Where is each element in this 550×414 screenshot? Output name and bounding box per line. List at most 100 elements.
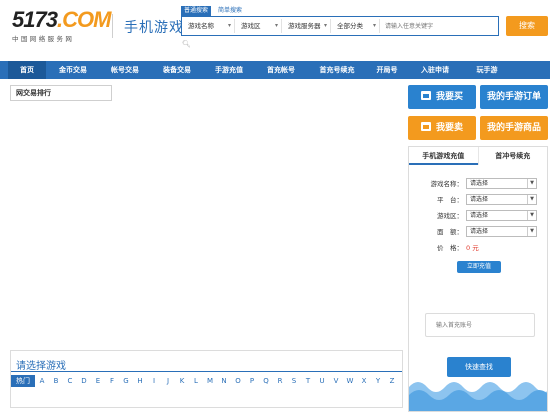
chevron-down-icon: ▼ bbox=[527, 195, 536, 204]
wave-decoration bbox=[409, 382, 547, 411]
letter-e[interactable]: E bbox=[91, 375, 105, 387]
letter-l[interactable]: L bbox=[189, 375, 203, 387]
nav-item-apply[interactable]: 入驻申请 bbox=[412, 61, 458, 79]
letter-p[interactable]: P bbox=[245, 375, 259, 387]
keyword-input[interactable] bbox=[380, 19, 498, 33]
letter-d[interactable]: D bbox=[77, 375, 91, 387]
game-name-select-label: 游戏名称 bbox=[188, 22, 214, 30]
letter-i[interactable]: I bbox=[147, 375, 161, 387]
game-zone-select[interactable]: 游戏区 ▾ bbox=[238, 19, 282, 33]
logo-number: 5173 bbox=[12, 7, 58, 32]
game-panel-title: 请选择游戏 bbox=[16, 361, 66, 372]
tab-mobile-recharge[interactable]: 手机游戏充值 bbox=[409, 147, 478, 165]
tab-normal-search[interactable]: 普通搜索 bbox=[181, 6, 212, 16]
game-name-select[interactable]: 游戏名称 ▾ bbox=[185, 19, 235, 33]
chevron-down-icon: ▼ bbox=[527, 179, 536, 188]
recharge-now-button[interactable]: 立即充值 bbox=[457, 261, 501, 273]
recharge-zone-value: 请选择 bbox=[470, 212, 489, 219]
cart-icon bbox=[420, 91, 431, 100]
nav-item-play[interactable]: 玩手游 bbox=[464, 61, 510, 79]
letter-x[interactable]: X bbox=[357, 375, 371, 387]
recharge-denomination-value: 请选择 bbox=[470, 228, 489, 235]
recharge-platform-select[interactable]: 请选择 ▼ bbox=[466, 194, 537, 205]
page: 5173.COM 中国网络服务网 手机游戏 普通搜索 简单搜索 游戏名称 ▾ 游戏… bbox=[0, 0, 550, 414]
recharge-zone-select[interactable]: 请选择 ▼ bbox=[466, 210, 537, 221]
denomination-label: 面 额： bbox=[437, 228, 463, 236]
nav-item-equipment[interactable]: 装备交易 bbox=[154, 61, 200, 79]
chevron-down-icon: ▾ bbox=[274, 22, 278, 29]
chevron-down-icon: ▾ bbox=[227, 22, 231, 29]
game-name-label: 游戏名称： bbox=[430, 180, 464, 188]
game-zone-select-label: 游戏区 bbox=[241, 22, 261, 30]
nav-item-starter[interactable]: 开局号 bbox=[368, 61, 406, 79]
page-title: 手机游戏 bbox=[124, 20, 184, 36]
site-logo[interactable]: 5173.COM 中国网络服务网 bbox=[12, 7, 111, 44]
logo-tagline: 中国网络服务网 bbox=[12, 35, 75, 43]
letter-u[interactable]: U bbox=[315, 375, 329, 387]
recharge-denomination-select[interactable]: 请选择 ▼ bbox=[466, 226, 537, 237]
letter-y[interactable]: Y bbox=[371, 375, 385, 387]
recharge-tabs: 手机游戏充值 首冲号续充 bbox=[409, 147, 547, 165]
rank-box[interactable]: 网交易排行 bbox=[10, 85, 112, 101]
search-tabs: 普通搜索 简单搜索 bbox=[181, 6, 245, 16]
tab-simple-search[interactable]: 简单搜索 bbox=[215, 6, 245, 16]
search-button[interactable]: 搜索 bbox=[506, 16, 548, 36]
letter-o[interactable]: O bbox=[231, 375, 245, 387]
letter-g[interactable]: G bbox=[119, 375, 133, 387]
zone-label: 游戏区： bbox=[437, 212, 463, 220]
search-icon: 🔍︎ bbox=[182, 40, 191, 48]
letter-n[interactable]: N bbox=[217, 375, 231, 387]
my-orders-button[interactable]: 我的手游订单 bbox=[480, 85, 548, 109]
letter-t[interactable]: T bbox=[301, 375, 315, 387]
letter-index: 热门 ABCDEFGHIJKLMNOPQRSTUVWXYZ bbox=[11, 375, 399, 387]
form-row-game: 游戏名称： 请选择 ▼ bbox=[409, 178, 547, 190]
my-goods-button[interactable]: 我的手游商品 bbox=[480, 116, 548, 140]
letter-a[interactable]: A bbox=[35, 375, 49, 387]
letter-v[interactable]: V bbox=[329, 375, 343, 387]
logo-domain: .COM bbox=[56, 7, 111, 32]
recharge-game-value: 请选择 bbox=[470, 180, 489, 187]
nav-item-renewal[interactable]: 首充号续充 bbox=[310, 61, 364, 79]
tab-hot[interactable]: 热门 bbox=[11, 375, 35, 387]
nav-item-account[interactable]: 帐号交易 bbox=[102, 61, 148, 79]
recharge-platform-value: 请选择 bbox=[470, 196, 489, 203]
letter-h[interactable]: H bbox=[133, 375, 147, 387]
letter-r[interactable]: R bbox=[273, 375, 287, 387]
nav-item-gold[interactable]: 金币交易 bbox=[50, 61, 96, 79]
first-charge-account-input[interactable] bbox=[425, 313, 535, 337]
sell-button[interactable]: 我要卖 bbox=[408, 116, 476, 140]
category-select[interactable]: 全部分类 ▾ bbox=[334, 19, 380, 33]
search-bar: 游戏名称 ▾ 游戏区 ▾ 游戏服务器 ▾ 全部分类 ▾ bbox=[181, 16, 499, 36]
recharge-panel: 手机游戏充值 首冲号续充 游戏名称： 请选择 ▼ 平 台： 请选择 ▼ 游戏区： 请… bbox=[408, 146, 548, 412]
form-row-platform: 平 台： 请选择 ▼ bbox=[409, 194, 547, 206]
platform-label: 平 台： bbox=[437, 196, 463, 204]
chevron-down-icon: ▼ bbox=[527, 211, 536, 220]
divider bbox=[11, 371, 402, 372]
game-server-select-label: 游戏服务器 bbox=[288, 22, 321, 30]
main-nav: 首页 金币交易 帐号交易 装备交易 手游充值 首充帐号 首充号续充 开局号 入驻… bbox=[0, 61, 550, 79]
buy-button[interactable]: 我要买 bbox=[408, 85, 476, 109]
logo-wordmark: 5173.COM bbox=[12, 7, 111, 32]
price-label: 价 格： bbox=[437, 244, 463, 252]
letter-w[interactable]: W bbox=[343, 375, 357, 387]
letter-q[interactable]: Q bbox=[259, 375, 273, 387]
letter-s[interactable]: S bbox=[287, 375, 301, 387]
letter-z[interactable]: Z bbox=[385, 375, 399, 387]
letter-j[interactable]: J bbox=[161, 375, 175, 387]
letter-f[interactable]: F bbox=[105, 375, 119, 387]
letter-m[interactable]: M bbox=[203, 375, 217, 387]
letter-c[interactable]: C bbox=[63, 375, 77, 387]
nav-item-first-charge[interactable]: 首充帐号 bbox=[258, 61, 304, 79]
nav-item-home[interactable]: 首页 bbox=[8, 61, 46, 79]
form-row-denomination: 面 额： 请选择 ▼ bbox=[409, 226, 547, 238]
header-divider bbox=[112, 14, 113, 38]
buy-button-label: 我要买 bbox=[435, 92, 463, 102]
game-server-select[interactable]: 游戏服务器 ▾ bbox=[285, 19, 331, 33]
form-row-price: 价 格： 0 元 bbox=[409, 242, 547, 254]
tab-first-charge-renewal[interactable]: 首冲号续充 bbox=[477, 147, 548, 165]
quick-search-button[interactable]: 快速查找 bbox=[447, 357, 511, 377]
letter-k[interactable]: K bbox=[175, 375, 189, 387]
letter-b[interactable]: B bbox=[49, 375, 63, 387]
nav-item-topup[interactable]: 手游充值 bbox=[206, 61, 252, 79]
recharge-game-select[interactable]: 请选择 ▼ bbox=[466, 178, 537, 189]
